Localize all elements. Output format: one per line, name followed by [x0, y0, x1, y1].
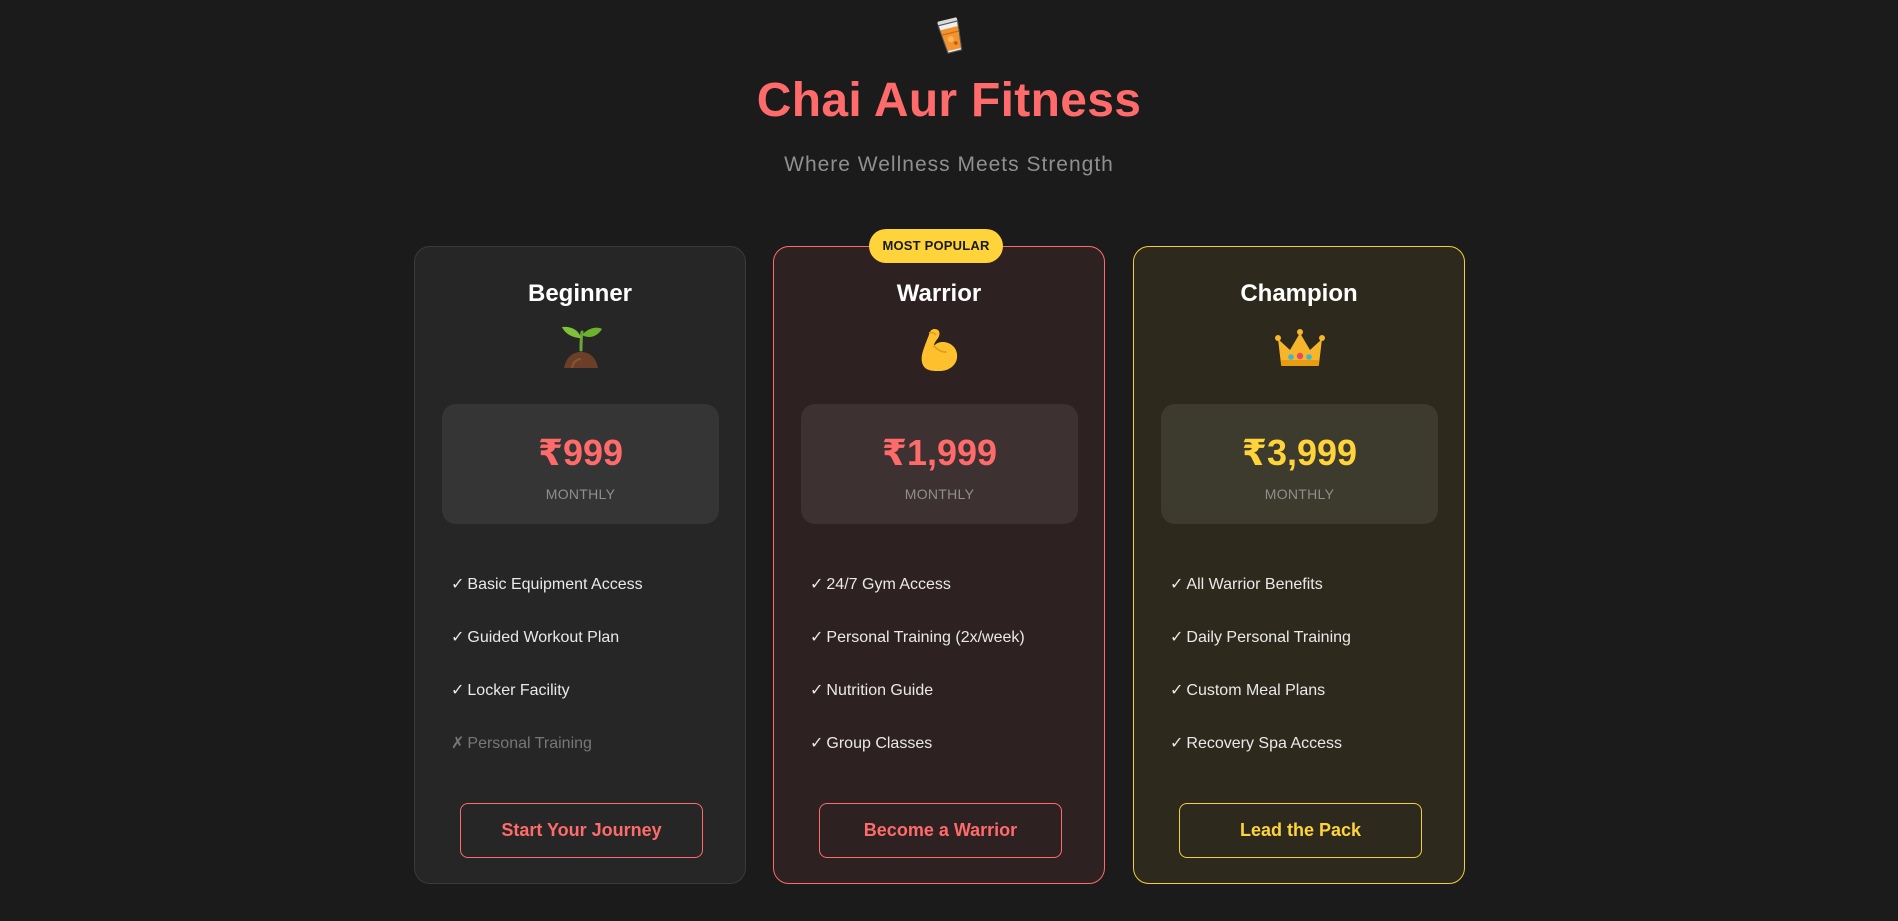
most-popular-badge: MOST POPULAR — [869, 229, 1003, 263]
check-icon: ✓ — [451, 576, 465, 593]
check-icon: ✓ — [1170, 735, 1184, 752]
pricing-page: Chai Aur Fitness Where Wellness Meets St… — [0, 0, 1898, 921]
plan-name: Warrior — [896, 280, 982, 307]
check-icon: ✓ — [451, 629, 465, 646]
become-warrior-button[interactable]: Become a Warrior — [819, 803, 1062, 858]
plan-card-champion: Champion ₹3,999 MONTHLY ✓ All Warrior Ben… — [1133, 246, 1465, 884]
price-box: ₹1,999 MONTHLY — [801, 404, 1078, 524]
check-icon: ✓ — [1170, 576, 1184, 593]
plan-period: MONTHLY — [545, 486, 616, 502]
plan-name: Champion — [1240, 280, 1358, 307]
feature-text: 24/7 Gym Access — [826, 576, 951, 593]
lead-the-pack-button[interactable]: Lead the Pack — [1179, 803, 1422, 858]
feature-item: ✓ All Warrior Benefits — [1170, 575, 1440, 628]
check-icon: ✓ — [1170, 682, 1184, 699]
price-box: ₹3,999 MONTHLY — [1161, 404, 1438, 524]
check-icon: ✓ — [810, 629, 824, 646]
feature-item-excluded: ✗ Personal Training — [451, 734, 721, 787]
cross-icon: ✗ — [451, 735, 465, 752]
plan-period: MONTHLY — [1264, 486, 1335, 502]
page-subtitle: Where Wellness Meets Strength — [784, 153, 1114, 176]
plan-card-beginner: Beginner ₹999 MONTHLY ✓ Basic Equipment A… — [414, 246, 746, 884]
plan-name: Beginner — [527, 280, 632, 307]
seedling-icon — [562, 326, 602, 369]
feature-text: Custom Meal Plans — [1186, 682, 1326, 699]
plan-price: ₹999 — [537, 432, 624, 473]
start-journey-button[interactable]: Start Your Journey — [460, 803, 703, 858]
feature-item: ✓ Nutrition Guide — [810, 681, 1080, 734]
feature-item: ✓ Guided Workout Plan — [451, 628, 721, 681]
check-icon: ✓ — [810, 576, 824, 593]
feature-text: Nutrition Guide — [826, 682, 934, 699]
feature-text: All Warrior Benefits — [1186, 576, 1323, 593]
feature-item: ✓ 24/7 Gym Access — [810, 575, 1080, 628]
page-title: Chai Aur Fitness — [756, 74, 1142, 127]
feature-text: Personal Training (2x/week) — [826, 629, 1025, 646]
feature-item: ✓ Recovery Spa Access — [1170, 734, 1440, 787]
feature-text: Group Classes — [826, 735, 933, 752]
check-icon: ✓ — [451, 682, 465, 699]
price-box: ₹999 MONTHLY — [442, 404, 719, 524]
crown-icon — [1275, 329, 1325, 366]
plan-card-warrior: MOST POPULAR Warrior ₹1,999 MONTHLY ✓ 24/… — [773, 229, 1105, 884]
feature-text: Daily Personal Training — [1186, 629, 1351, 646]
feature-text: Personal Training — [467, 735, 592, 752]
feature-text: Locker Facility — [467, 682, 570, 699]
plan-period: MONTHLY — [904, 486, 975, 502]
flexed-biceps-icon — [921, 328, 958, 371]
feature-text: Guided Workout Plan — [467, 629, 620, 646]
feature-list: ✓ All Warrior Benefits ✓ Daily Personal Tr… — [1170, 575, 1440, 787]
feature-item: ✓ Locker Facility — [451, 681, 721, 734]
feature-item: ✓ Personal Training (2x/week) — [810, 628, 1080, 681]
chai-glass-icon — [937, 17, 963, 54]
plan-price: ₹1,999 — [881, 432, 998, 473]
feature-list: ✓ Basic Equipment Access ✓ Guided Workout … — [451, 575, 721, 787]
feature-list: ✓ 24/7 Gym Access ✓ Personal Training (2x/… — [810, 575, 1080, 787]
feature-item: ✓ Group Classes — [810, 734, 1080, 787]
feature-item: ✓ Custom Meal Plans — [1170, 681, 1440, 734]
feature-item: ✓ Daily Personal Training — [1170, 628, 1440, 681]
check-icon: ✓ — [810, 682, 824, 699]
feature-text: Basic Equipment Access — [467, 576, 643, 593]
plan-price: ₹3,999 — [1241, 432, 1358, 473]
feature-item: ✓ Basic Equipment Access — [451, 575, 721, 628]
check-icon: ✓ — [810, 735, 824, 752]
feature-text: Recovery Spa Access — [1186, 735, 1343, 752]
check-icon: ✓ — [1170, 629, 1184, 646]
